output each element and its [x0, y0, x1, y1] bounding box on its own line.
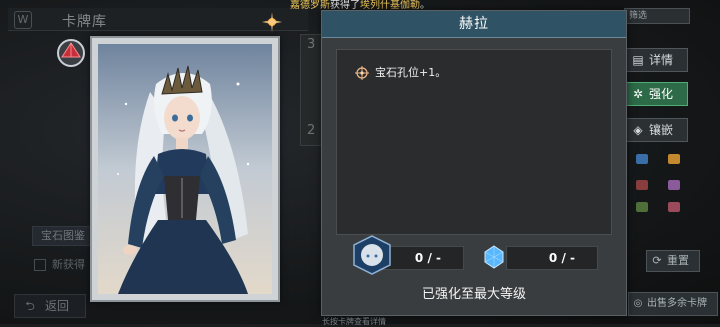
reset-button[interactable]: ⟳ 重置 [646, 250, 700, 272]
hint-text: 长按卡牌查看详情 [322, 317, 386, 326]
target-star-icon [355, 66, 369, 80]
inlay-label: 镶嵌 [649, 123, 674, 137]
inlay-button[interactable]: ◈ 镶嵌 [626, 118, 688, 142]
max-level-status: 已强化至最大等级 [421, 287, 526, 302]
crystal-count-value: 0 / - [548, 251, 575, 265]
character-card[interactable] [90, 36, 280, 302]
reset-icon: ⟳ [652, 254, 662, 267]
crystal-icon [482, 245, 506, 269]
enhance-label: 强化 [649, 87, 674, 101]
rarity-gem-icon [56, 38, 86, 68]
detail-label: 详情 [649, 53, 674, 67]
sell-label: 出售多余卡牌 [647, 298, 707, 309]
enhance-button[interactable]: ✲ 强化 [626, 82, 688, 106]
crystal-count-stat: 0 / - [506, 246, 598, 270]
enhance-icon: ✲ [632, 87, 644, 101]
detail-button[interactable]: ▤ 详情 [626, 48, 688, 72]
card-artwork [98, 44, 272, 294]
bonus-line: 宝石孔位+1。 [355, 64, 446, 80]
filter-icon-green[interactable] [636, 202, 648, 212]
filter-icon-purple[interactable] [668, 180, 680, 190]
bonus-text: 宝石孔位+1。 [375, 66, 447, 79]
filter-icon-blue[interactable] [636, 154, 648, 164]
card-level-value: 0 / - [414, 251, 441, 265]
inlay-icon: ◈ [633, 123, 643, 137]
enhance-dialog: 赫拉 宝石孔位+1。 0 / - 0 / - 已强化至最大等级 [321, 10, 627, 316]
sell-icon: ◎ [633, 298, 643, 309]
filter-icon-orange[interactable] [668, 154, 680, 164]
filter-icon-pink[interactable] [668, 202, 680, 212]
bonus-description-box: 宝石孔位+1。 [336, 49, 612, 235]
spark-icon [262, 12, 282, 32]
filter-box[interactable]: 筛选 [624, 8, 690, 24]
dialog-title: 赫拉 [459, 16, 489, 32]
detail-icon: ▤ [632, 53, 644, 67]
sell-extra-cards-button[interactable]: ◎ 出售多余卡牌 [628, 292, 718, 316]
reset-label: 重置 [667, 254, 689, 267]
filter-icon-red[interactable] [636, 180, 648, 190]
portrait-badge-icon [352, 235, 392, 275]
